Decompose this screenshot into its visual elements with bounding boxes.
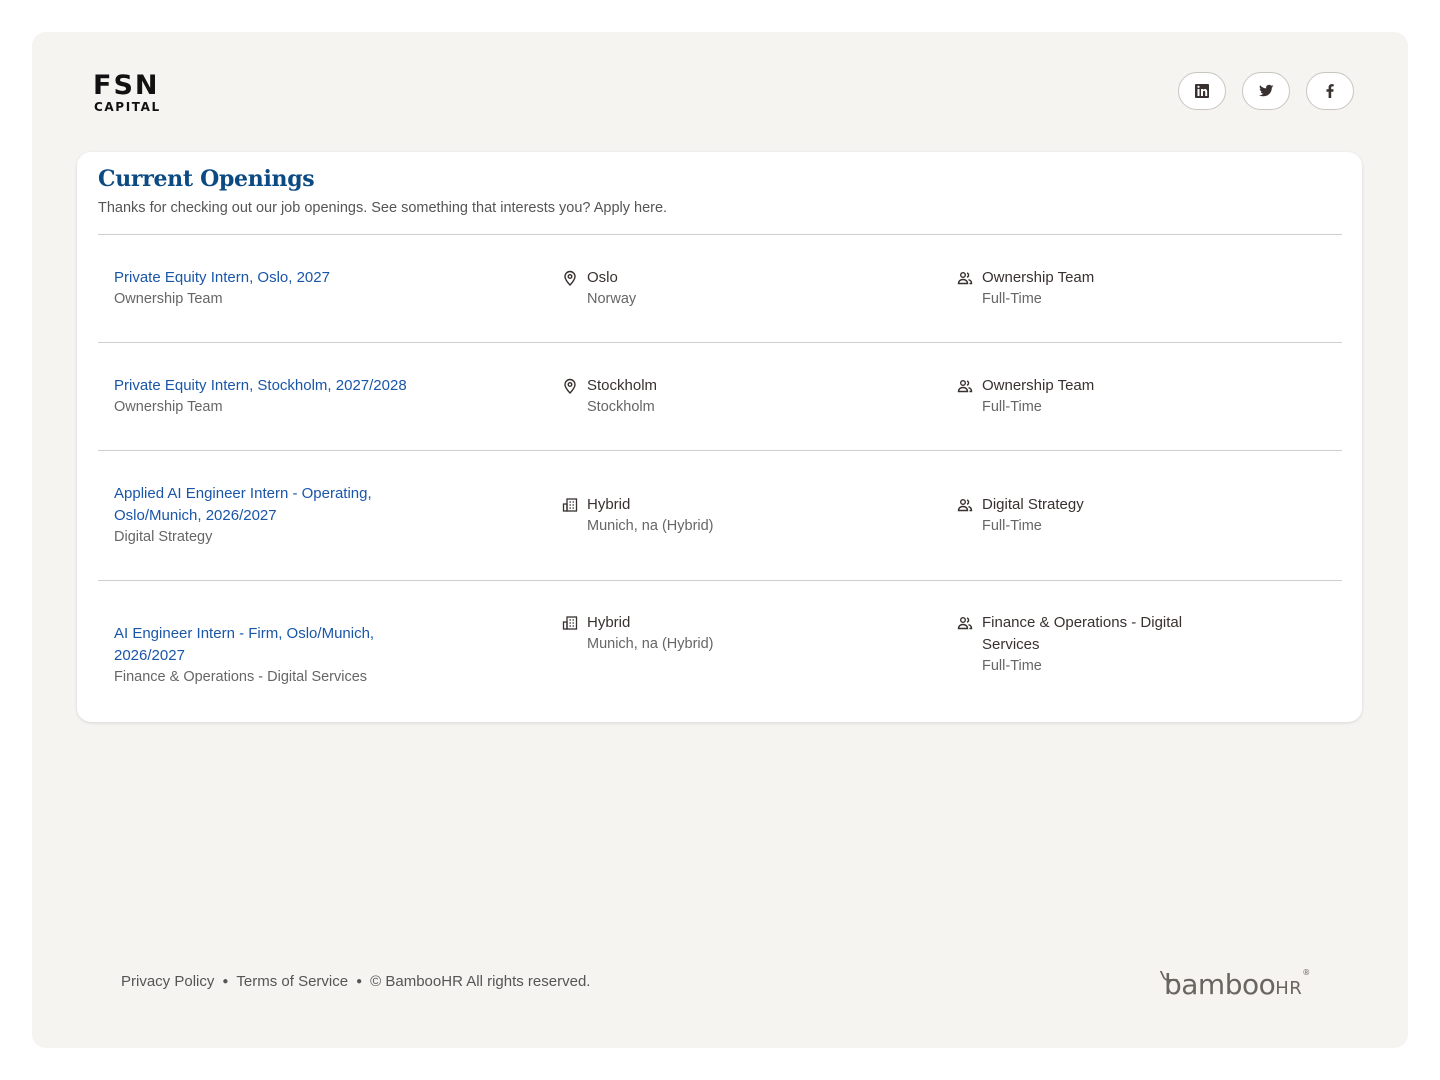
job-team: Digital Strategy Full-Time — [957, 494, 1257, 537]
building-icon — [562, 497, 578, 513]
job-location-name: Stockholm — [587, 377, 658, 394]
job-location-name: Oslo — [587, 269, 618, 286]
map-pin-icon — [562, 378, 578, 394]
job-title-column: Private Equity Intern, Stockholm, 2027/2… — [114, 375, 444, 418]
job-title-column: Applied AI Engineer Intern - Operating, … — [114, 483, 444, 548]
job-employment-type: Full-Time — [982, 291, 1042, 307]
bamboohr-logo[interactable]: bambooHR® — [1159, 968, 1310, 1001]
job-location: Hybrid Munich, na (Hybrid) — [562, 612, 882, 655]
job-team: Finance & Operations - Digital Services … — [957, 612, 1257, 677]
building-icon — [562, 615, 578, 631]
page-subtitle: Thanks for checking out our job openings… — [98, 200, 668, 216]
job-location: Stockholm Stockholm — [562, 375, 882, 418]
job-row: AI Engineer Intern - Firm, Oslo/Munich, … — [98, 580, 1342, 725]
company-logo[interactable]: FSN CAPITAL — [93, 70, 161, 115]
facebook-button[interactable] — [1306, 72, 1354, 110]
terms-of-service-link[interactable]: Terms of Service — [236, 973, 348, 990]
footer-separator: ● — [356, 976, 363, 987]
job-employment-type: Full-Time — [982, 399, 1042, 415]
job-location-name: Hybrid — [587, 496, 631, 513]
job-location: Oslo Norway — [562, 267, 882, 310]
job-location-name: Hybrid — [587, 614, 631, 631]
job-location-detail: Munich, na (Hybrid) — [587, 636, 714, 652]
job-title-column: Private Equity Intern, Oslo, 2027 Owners… — [114, 267, 444, 310]
job-team-name: Finance & Operations - Digital Services — [982, 612, 1182, 656]
page-title: Current Openings — [98, 166, 315, 192]
people-icon — [957, 270, 973, 286]
job-team: Ownership Team Full-Time — [957, 375, 1257, 418]
twitter-button[interactable] — [1242, 72, 1290, 110]
job-team-line: Services — [982, 636, 1040, 653]
job-list: Private Equity Intern, Oslo, 2027 Owners… — [98, 234, 1342, 725]
job-employment-type: Full-Time — [982, 518, 1042, 534]
job-location-detail: Munich, na (Hybrid) — [587, 518, 714, 534]
job-department: Finance & Operations - Digital Services — [114, 669, 368, 685]
linkedin-icon — [1195, 84, 1209, 98]
job-title-link[interactable]: Private Equity Intern, Oslo, 2027 — [114, 267, 444, 289]
job-team: Ownership Team Full-Time — [957, 267, 1257, 310]
job-department: Ownership Team — [114, 291, 223, 307]
job-title-line: Oslo/Munich, 2026/2027 — [114, 507, 277, 524]
people-icon — [957, 615, 973, 631]
job-team-line: Finance & Operations - Digital — [982, 614, 1183, 631]
job-title-column: AI Engineer Intern - Firm, Oslo/Munich, … — [114, 623, 444, 688]
openings-card: Current Openings Thanks for checking out… — [77, 152, 1362, 722]
job-title-link[interactable]: AI Engineer Intern - Firm, Oslo/Munich, … — [114, 623, 444, 667]
people-icon — [957, 378, 973, 394]
job-location-detail: Norway — [587, 291, 637, 307]
page-frame: FSN CAPITAL Current Openings Thanks for … — [32, 32, 1408, 1048]
job-department: Digital Strategy — [114, 529, 213, 545]
job-team-name: Digital Strategy — [982, 496, 1084, 513]
job-title-line: Applied AI Engineer Intern - Operating, — [114, 485, 372, 502]
logo-subtext: CAPITAL — [94, 100, 161, 114]
job-location-detail: Stockholm — [587, 399, 655, 415]
footer-separator: ● — [222, 976, 229, 987]
privacy-policy-link[interactable]: Privacy Policy — [121, 973, 214, 990]
job-department: Ownership Team — [114, 399, 223, 415]
job-employment-type: Full-Time — [982, 658, 1042, 674]
job-title-link[interactable]: Applied AI Engineer Intern - Operating, … — [114, 483, 444, 527]
job-row: Private Equity Intern, Stockholm, 2027/2… — [98, 342, 1342, 450]
bamboohr-logo-word: bamboo — [1164, 968, 1276, 1001]
social-links — [1178, 72, 1354, 110]
logo-wordmark: FSN — [93, 70, 160, 101]
twitter-icon — [1259, 84, 1274, 97]
job-title-link[interactable]: Private Equity Intern, Stockholm, 2027/2… — [114, 375, 444, 397]
copyright-text: © BambooHR All rights reserved. — [370, 973, 591, 990]
footer-links: Privacy Policy ● Terms of Service ● © Ba… — [121, 973, 590, 990]
map-pin-icon — [562, 270, 578, 286]
job-team-name: Ownership Team — [982, 377, 1095, 394]
linkedin-button[interactable] — [1178, 72, 1226, 110]
job-row: Private Equity Intern, Oslo, 2027 Owners… — [98, 234, 1342, 342]
job-team-name: Ownership Team — [982, 269, 1095, 286]
job-row: Applied AI Engineer Intern - Operating, … — [98, 450, 1342, 580]
bamboohr-logo-trademark: ® — [1302, 968, 1310, 977]
bamboohr-logo-hr: HR — [1275, 978, 1303, 999]
people-icon — [957, 497, 973, 513]
facebook-icon — [1326, 84, 1334, 98]
job-location: Hybrid Munich, na (Hybrid) — [562, 494, 882, 537]
